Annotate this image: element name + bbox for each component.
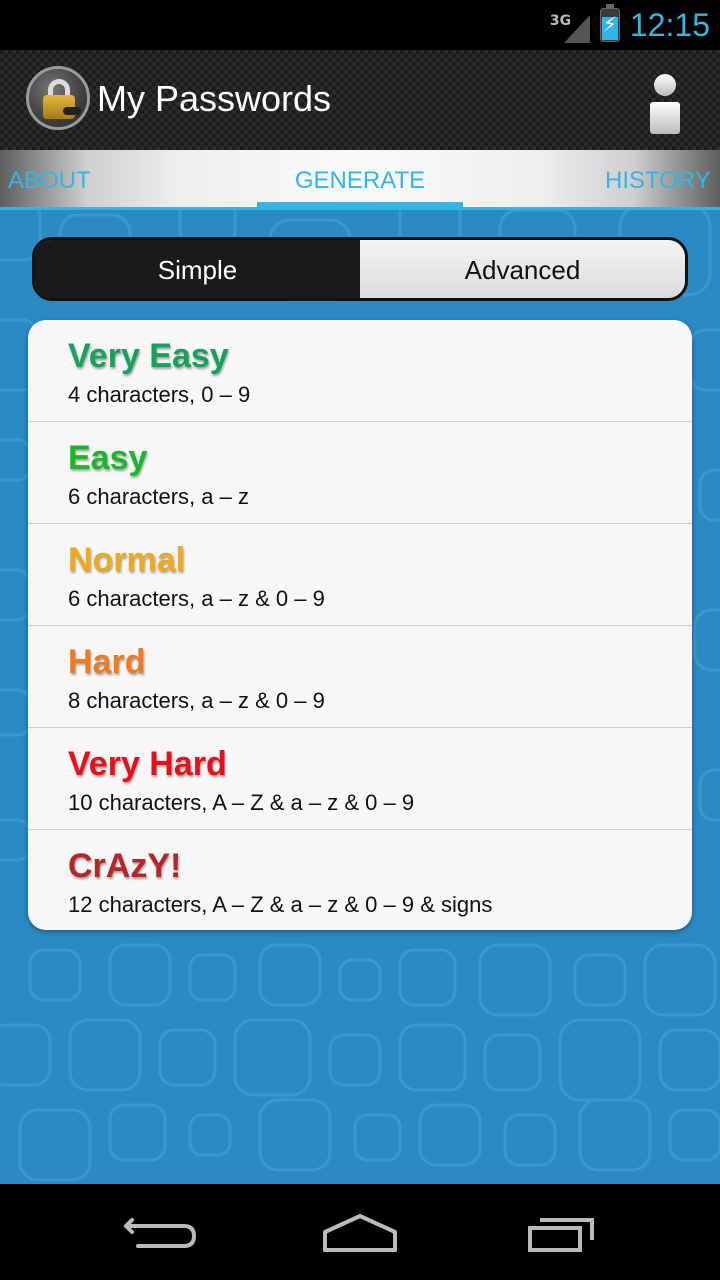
selected-tab-indicator: [257, 202, 463, 210]
level-item-very-easy[interactable]: Very Easy 4 characters, 0 – 9: [28, 320, 692, 422]
tab-bar: ABOUT GENERATE HISTORY: [0, 150, 720, 210]
level-item-hard[interactable]: Hard 8 characters, a – z & 0 – 9: [28, 626, 692, 728]
action-bar: My Passwords: [0, 50, 720, 150]
level-description: 12 characters, A – Z & a – z & 0 – 9 & s…: [68, 892, 493, 917]
info-button[interactable]: [634, 68, 694, 134]
simple-advanced-toggle: Simple Advanced: [32, 237, 688, 301]
level-description: 10 characters, A – Z & a – z & 0 – 9: [68, 790, 415, 815]
padlock-icon: [26, 66, 90, 130]
home-button[interactable]: [315, 1202, 405, 1262]
signal-icon: 3G: [550, 5, 590, 45]
tab-history[interactable]: HISTORY: [605, 150, 711, 210]
difficulty-list: Very Easy 4 characters, 0 – 9 Easy 6 cha…: [28, 320, 692, 930]
tab-about[interactable]: ABOUT: [8, 150, 91, 210]
app-title: My Passwords: [97, 78, 332, 119]
advanced-button[interactable]: Advanced: [360, 240, 685, 298]
generate-panel: Simple Advanced Very Easy 4 characters, …: [0, 210, 720, 1184]
level-description: 6 characters, a – z: [68, 484, 249, 509]
info-icon: [654, 74, 676, 96]
level-description: 8 characters, a – z & 0 – 9: [68, 688, 325, 713]
recent-apps-icon: [528, 1218, 594, 1252]
charging-bolt-icon: ⚡: [602, 12, 617, 36]
signal-strength-icon: [563, 15, 590, 43]
level-description: 6 characters, a – z & 0 – 9: [68, 586, 325, 611]
clock: 12:15: [629, 6, 710, 43]
level-name: Normal: [68, 541, 186, 579]
level-item-normal[interactable]: Normal 6 characters, a – z & 0 – 9: [28, 524, 692, 626]
level-item-crazy[interactable]: CrAzY! 12 characters, A – Z & a – z & 0 …: [28, 830, 692, 930]
tab-generate[interactable]: GENERATE: [257, 150, 463, 210]
level-description: 4 characters, 0 – 9: [68, 382, 251, 407]
level-name: Very Hard: [68, 745, 227, 783]
status-icons: 3G ⚡ 12:15: [550, 0, 710, 50]
home-icon: [323, 1214, 397, 1252]
back-button[interactable]: [116, 1202, 206, 1262]
simple-button[interactable]: Simple: [35, 240, 360, 298]
back-icon: [124, 1218, 196, 1248]
level-name: Easy: [68, 439, 148, 477]
navigation-bar: [0, 1184, 720, 1280]
level-name: Hard: [68, 643, 146, 681]
battery-icon: ⚡: [599, 4, 620, 42]
level-item-easy[interactable]: Easy 6 characters, a – z: [28, 422, 692, 524]
status-bar: 3G ⚡ 12:15: [0, 0, 720, 50]
level-name: CrAzY!: [68, 847, 182, 885]
recent-apps-button[interactable]: [518, 1202, 608, 1262]
level-item-very-hard[interactable]: Very Hard 10 characters, A – Z & a – z &…: [28, 728, 692, 830]
level-name: Very Easy: [68, 337, 229, 375]
